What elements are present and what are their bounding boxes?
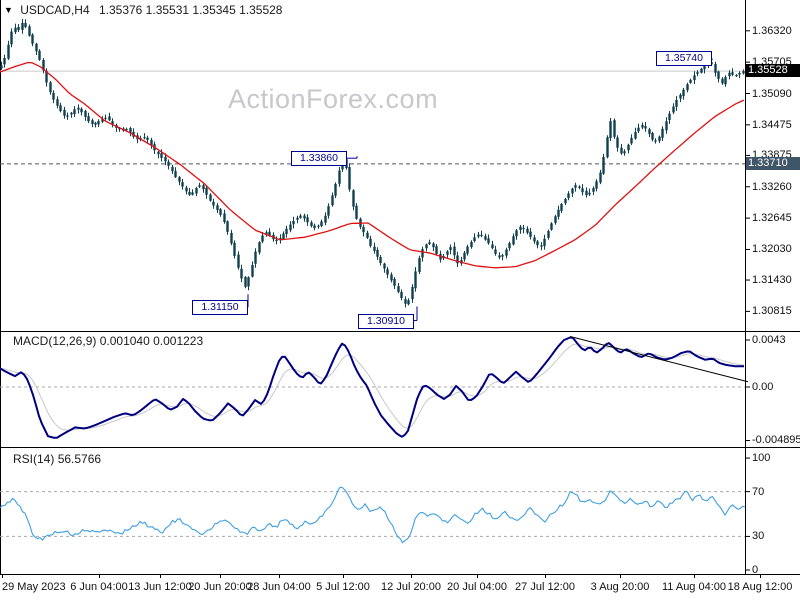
price-panel[interactable] xyxy=(0,0,745,331)
price-axis[interactable] xyxy=(746,0,800,574)
time-axis[interactable] xyxy=(0,575,800,600)
chart-window: ActionForex.com 1.35740 1.33860 1.31150 1.3… xyxy=(0,0,800,600)
macd-panel[interactable] xyxy=(0,332,745,447)
rsi-panel[interactable] xyxy=(0,448,745,574)
